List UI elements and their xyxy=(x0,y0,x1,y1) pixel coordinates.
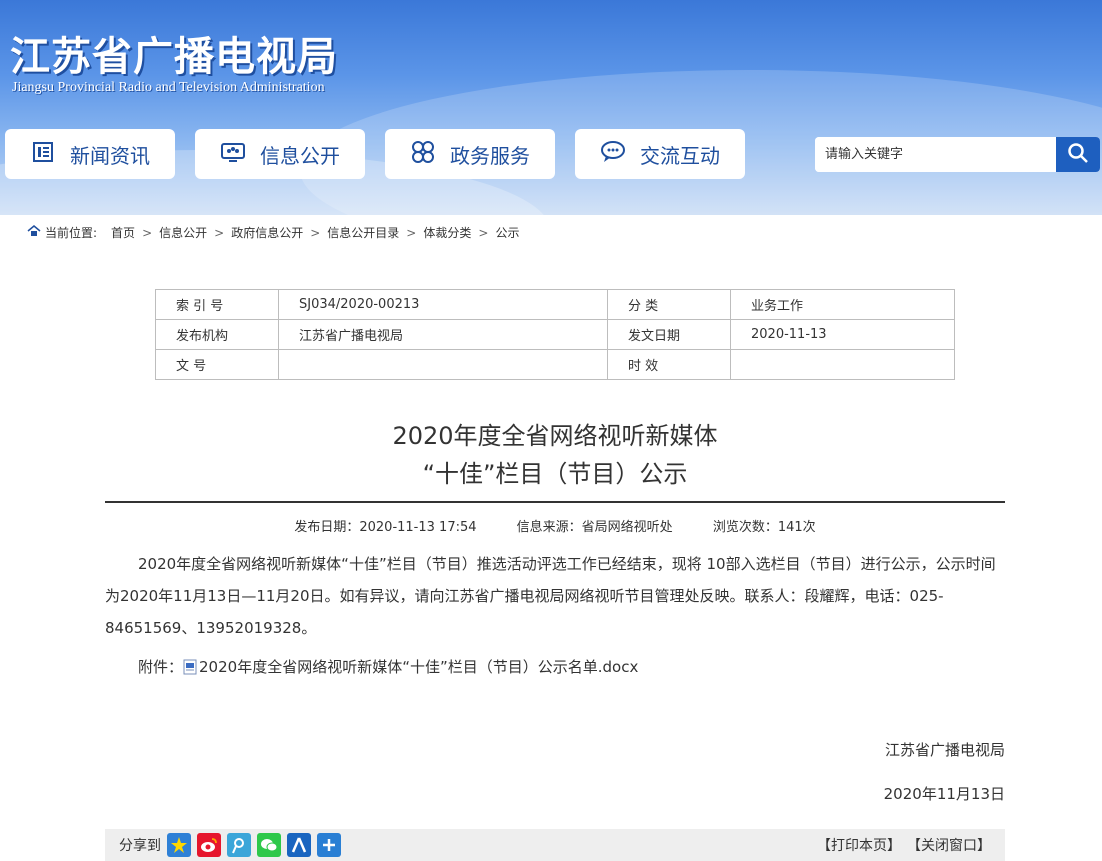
site-title[interactable]: 江苏省广播电视局 xyxy=(10,24,338,82)
table-cell: 2020-11-13 xyxy=(730,319,955,350)
nav-label: 信息公开 xyxy=(260,143,340,168)
breadcrumb-separator: > xyxy=(310,225,321,240)
table-cell: 发布机构 xyxy=(155,319,279,350)
nav-news[interactable]: 新闻资讯 xyxy=(5,129,175,179)
nav-label: 交流互动 xyxy=(640,143,720,168)
breadcrumb-separator: > xyxy=(142,225,153,240)
info-table: 索 引 号 SJ034/2020-00213 分 类 业务工作 发布机构 江苏省… xyxy=(155,289,955,380)
breadcrumb: 当前位置: 首页 > 信息公开 > 政府信息公开 > 信息公开目录 > 体裁分类… xyxy=(27,224,519,241)
news-icon xyxy=(30,139,56,170)
table-cell: 发文日期 xyxy=(607,319,731,350)
publish-date: 发布日期：2020-11-13 17:54 xyxy=(294,520,477,535)
table-cell xyxy=(730,349,955,380)
article-title: 2020年度全省网络视听新媒体 “十佳”栏目（节目）公示 xyxy=(105,417,1005,493)
view-count: 浏览次数：141次 xyxy=(712,520,816,535)
content-area: 当前位置: 首页 > 信息公开 > 政府信息公开 > 信息公开目录 > 体裁分类… xyxy=(5,215,1102,861)
search-input[interactable] xyxy=(815,137,1056,172)
close-window-button[interactable]: 【关闭窗口】 xyxy=(907,835,991,855)
nav-service[interactable]: 政务服务 xyxy=(385,129,555,179)
info-source: 信息来源：省局网络视听处 xyxy=(516,520,673,535)
table-cell: 分 类 xyxy=(607,289,731,320)
renren-icon[interactable] xyxy=(287,833,311,857)
attachment-link[interactable]: 2020年度全省网络视听新媒体“十佳”栏目（节目）公示名单.docx xyxy=(199,656,638,677)
title-divider xyxy=(105,501,1005,503)
share-bar: 分享到 【打印本页】 【关闭窗口】 xyxy=(105,829,1005,861)
table-cell: 文 号 xyxy=(155,349,279,380)
service-icon xyxy=(410,139,436,170)
tencent-weibo-icon[interactable] xyxy=(227,833,251,857)
table-cell: 江苏省广播电视局 xyxy=(278,319,608,350)
print-button[interactable]: 【打印本页】 xyxy=(817,835,901,855)
more-icon[interactable] xyxy=(317,833,341,857)
breadcrumb-gov-info[interactable]: 政府信息公开 xyxy=(231,224,303,241)
breadcrumb-separator: > xyxy=(478,225,489,240)
article-title-line: 2020年度全省网络视听新媒体 xyxy=(392,422,718,450)
breadcrumb-home[interactable]: 首页 xyxy=(111,224,135,241)
breadcrumb-notice[interactable]: 公示 xyxy=(495,224,519,241)
search-icon xyxy=(1067,142,1089,168)
signature-date: 2020年11月13日 xyxy=(883,785,1005,803)
site-header: 江苏省广播电视局 Jiangsu Provincial Radio and Te… xyxy=(0,0,1102,215)
table-cell xyxy=(278,349,608,380)
table-row: 发布机构 江苏省广播电视局 发文日期 2020-11-13 xyxy=(155,319,955,350)
bar-actions: 【打印本页】 【关闭窗口】 xyxy=(817,835,991,855)
table-cell: 时 效 xyxy=(607,349,731,380)
breadcrumb-catalog[interactable]: 信息公开目录 xyxy=(327,224,399,241)
search-button[interactable] xyxy=(1056,137,1100,172)
attachment: 附件： 2020年度全省网络视听新媒体“十佳”栏目（节目）公示名单.docx xyxy=(138,656,638,677)
breadcrumb-label: 当前位置: xyxy=(45,226,98,240)
chat-icon xyxy=(600,139,626,170)
table-cell: 索 引 号 xyxy=(155,289,279,320)
article-title-line: “十佳”栏目（节目）公示 xyxy=(422,460,688,488)
share-label: 分享到 xyxy=(119,838,161,854)
share-icons xyxy=(167,833,341,857)
breadcrumb-separator: > xyxy=(406,225,417,240)
table-row: 文 号 时 效 xyxy=(155,349,955,380)
article-meta: 发布日期：2020-11-13 17:54 信息来源：省局网络视听处 浏览次数：… xyxy=(105,516,1005,535)
table-row: 索 引 号 SJ034/2020-00213 分 类 业务工作 xyxy=(155,289,955,320)
table-cell: SJ034/2020-00213 xyxy=(278,289,608,320)
nav-label: 新闻资讯 xyxy=(70,143,150,168)
nav-label: 政务服务 xyxy=(450,143,530,168)
breadcrumb-separator: > xyxy=(214,225,225,240)
site-subtitle: Jiangsu Provincial Radio and Television … xyxy=(12,80,325,95)
info-icon xyxy=(220,139,246,170)
nav-info[interactable]: 信息公开 xyxy=(195,129,365,179)
wechat-icon[interactable] xyxy=(257,833,281,857)
nav-interact[interactable]: 交流互动 xyxy=(575,129,745,179)
home-icon xyxy=(27,224,41,241)
table-cell: 业务工作 xyxy=(730,289,955,320)
signature-org: 江苏省广播电视局 xyxy=(884,741,1005,759)
weibo-icon[interactable] xyxy=(197,833,221,857)
word-doc-icon xyxy=(183,659,197,675)
attachment-label: 附件： xyxy=(138,658,184,676)
search-box xyxy=(815,137,1100,172)
breadcrumb-info-public[interactable]: 信息公开 xyxy=(159,224,207,241)
qzone-icon[interactable] xyxy=(167,833,191,857)
breadcrumb-genre[interactable]: 体裁分类 xyxy=(423,224,471,241)
article-body: 2020年度全省网络视听新媒体“十佳”栏目（节目）推选活动评选工作已经结束，现将… xyxy=(105,555,996,637)
